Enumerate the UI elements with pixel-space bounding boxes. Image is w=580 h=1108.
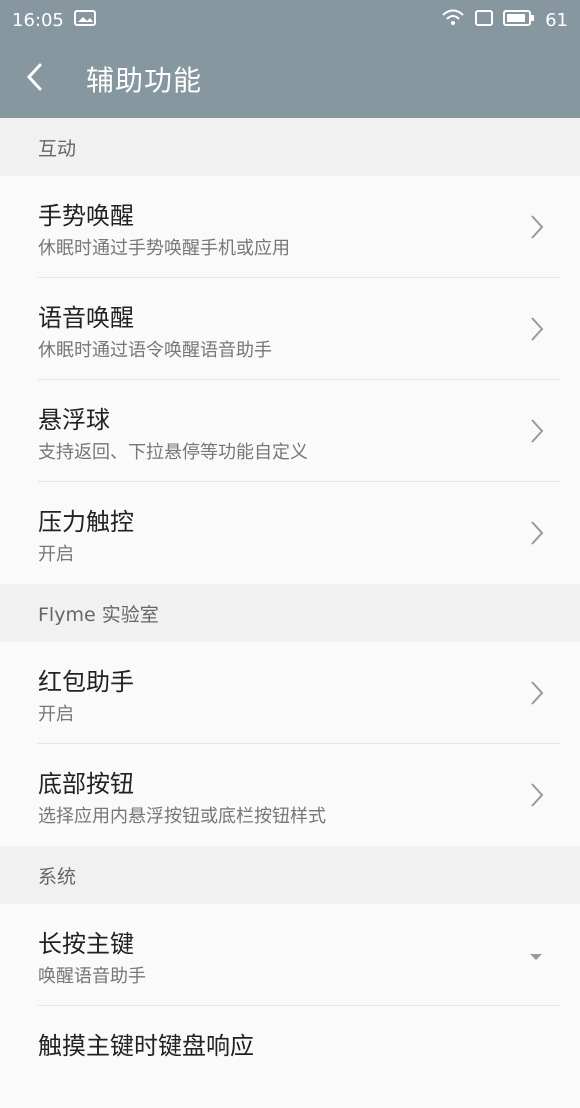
- back-button[interactable]: [0, 40, 70, 118]
- status-time: 16:05: [12, 9, 64, 31]
- chevron-right-icon: [530, 520, 544, 550]
- setting-title: 红包助手: [38, 668, 134, 696]
- chevron-right-icon: [530, 214, 544, 244]
- app-bar: 辅助功能: [0, 40, 580, 118]
- setting-floating-ball[interactable]: 悬浮球 支持返回、下拉悬停等功能自定义: [0, 380, 580, 482]
- setting-voice-wake[interactable]: 语音唤醒 休眠时通过语令唤醒语音助手: [0, 278, 580, 380]
- section-header-interaction: 互动: [0, 118, 580, 176]
- chevron-right-icon: [530, 782, 544, 812]
- wifi-icon: [441, 9, 465, 32]
- section-header-system: 系统: [0, 846, 580, 904]
- section-header-flyme-lab: Flyme 实验室: [0, 584, 580, 642]
- setting-subtitle: 休眠时通过语令唤醒语音助手: [38, 340, 272, 361]
- setting-pressure-touch[interactable]: 压力触控 开启: [0, 482, 580, 584]
- gallery-icon: [73, 9, 96, 31]
- setting-subtitle: 开启: [38, 704, 74, 725]
- setting-title: 悬浮球: [38, 406, 110, 434]
- battery-icon: [503, 9, 535, 31]
- battery-level: 61: [545, 9, 568, 31]
- chevron-right-icon: [530, 418, 544, 448]
- status-bar: 16:05 61: [0, 0, 580, 40]
- setting-touch-home-keyboard[interactable]: 触摸主键时键盘响应: [0, 1006, 580, 1108]
- dropdown-arrow-icon: [528, 948, 544, 967]
- setting-gesture-wake[interactable]: 手势唤醒 休眠时通过手势唤醒手机或应用: [0, 176, 580, 278]
- setting-title: 压力触控: [38, 508, 134, 536]
- setting-title: 底部按钮: [38, 770, 134, 798]
- chevron-right-icon: [530, 680, 544, 710]
- chevron-right-icon: [530, 316, 544, 346]
- setting-subtitle: 选择应用内悬浮按钮或底栏按钮样式: [38, 806, 326, 827]
- setting-title: 手势唤醒: [38, 202, 134, 230]
- setting-subtitle: 开启: [38, 544, 74, 565]
- sim-icon: [475, 9, 494, 31]
- setting-long-press-home[interactable]: 长按主键 唤醒语音助手: [0, 904, 580, 1006]
- setting-subtitle: 休眠时通过手势唤醒手机或应用: [38, 238, 290, 259]
- setting-bottom-button[interactable]: 底部按钮 选择应用内悬浮按钮或底栏按钮样式: [0, 744, 580, 846]
- back-arrow-icon: [24, 62, 46, 96]
- setting-title: 长按主键: [38, 930, 134, 958]
- setting-title: 语音唤醒: [38, 304, 134, 332]
- setting-red-packet[interactable]: 红包助手 开启: [0, 642, 580, 744]
- setting-title: 触摸主键时键盘响应: [38, 1032, 254, 1060]
- setting-subtitle: 支持返回、下拉悬停等功能自定义: [38, 442, 308, 463]
- settings-list: 互动 手势唤醒 休眠时通过手势唤醒手机或应用 语音唤醒 休眠时通过语令唤醒语音助…: [0, 118, 580, 1108]
- page-title: 辅助功能: [86, 64, 203, 97]
- setting-subtitle: 唤醒语音助手: [38, 966, 146, 987]
